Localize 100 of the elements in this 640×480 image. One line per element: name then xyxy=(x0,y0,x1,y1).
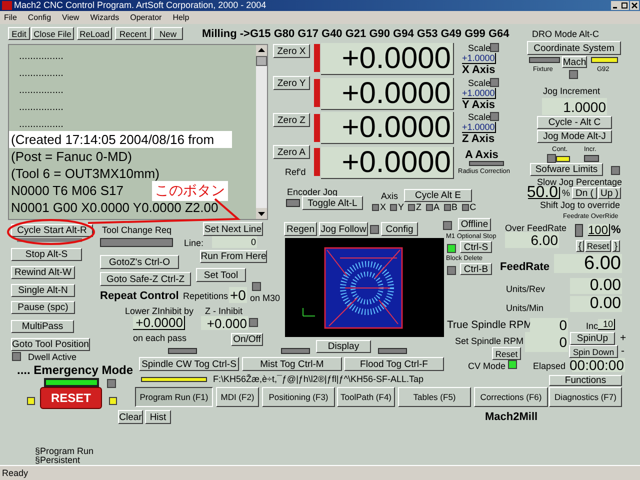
inc-label: Inc xyxy=(586,321,598,331)
set-next-line-button[interactable]: Set Next Line xyxy=(203,222,263,236)
page-tab[interactable]: Tables (F5) xyxy=(398,387,471,407)
jog-mode-button[interactable]: Jog Mode Alt-J xyxy=(537,130,612,143)
page-tab[interactable]: Program Run (F1) xyxy=(135,387,213,407)
run-control-button[interactable]: Cycle Start Alt-R xyxy=(11,224,93,237)
set-tool-button[interactable]: Set Tool xyxy=(196,268,246,282)
menu-item[interactable]: Operator xyxy=(130,13,162,22)
zero-axis-button[interactable]: Zero Y xyxy=(273,76,310,90)
spindle-inc-field[interactable]: 10 xyxy=(598,319,615,330)
set-spindle-field[interactable]: 0 xyxy=(525,332,568,352)
jog-down-button[interactable]: Dn ( xyxy=(572,187,597,199)
regen-button[interactable]: Regen xyxy=(284,222,317,236)
jog-increment-field[interactable]: 1.0000 xyxy=(542,98,607,115)
menu-item[interactable]: File xyxy=(4,13,17,22)
zero-axis-button[interactable]: Zero X xyxy=(273,44,310,58)
gcode-line[interactable]: ................ xyxy=(9,102,66,114)
gcode-line[interactable]: N0000 T6 M06 S17 xyxy=(9,182,126,199)
toolbar-button[interactable]: Edit xyxy=(8,27,30,40)
block-delete-button[interactable]: Ctrl-B xyxy=(460,263,492,275)
spin-down-button[interactable]: Spin Down xyxy=(569,345,618,358)
feedrate-field: 6.00 xyxy=(554,254,622,273)
menu-item[interactable]: Wizards xyxy=(90,13,120,22)
coolant-toggle-button[interactable]: Spindle CW Tog Ctrl-S xyxy=(139,357,239,371)
coolant-toggle-button[interactable]: Mist Tog Ctrl-M xyxy=(242,357,342,371)
spindle-reset-button[interactable]: Reset xyxy=(492,347,521,360)
gcode-line[interactable]: N0001 G00 X0.0000 Y0.0000 Z2.00 xyxy=(9,199,220,216)
feedrate-override-field[interactable]: 100 xyxy=(588,224,610,236)
feedrate-reset-button[interactable]: Reset xyxy=(585,240,611,252)
on-off-button[interactable]: On/Off xyxy=(231,333,263,346)
jog-up-button[interactable]: Up ) xyxy=(598,187,621,199)
run-control-button[interactable]: Rewind Alt-W xyxy=(11,266,75,279)
run-from-here-button[interactable]: Run From Here xyxy=(200,250,267,263)
gcode-line[interactable]: ................ xyxy=(9,51,66,63)
gcode-line[interactable]: ................ xyxy=(9,85,66,97)
axis-checkbox-label: Z xyxy=(416,202,422,212)
line-field[interactable]: 0 xyxy=(212,236,257,248)
repetitions-field[interactable]: +0 xyxy=(229,287,247,303)
scale-field[interactable]: +1.0000 xyxy=(462,53,496,64)
jog-follow-button[interactable]: Jog Follow xyxy=(319,222,368,236)
goto-button[interactable]: Goto Safe-Z Ctrl-Z xyxy=(100,272,191,286)
axis-readout: +0.0000 xyxy=(321,78,454,110)
toolbar-button[interactable]: New xyxy=(153,27,183,40)
menu-item[interactable]: Help xyxy=(172,13,190,22)
scale-field[interactable]: +1.0000 xyxy=(462,88,496,99)
jog-increment-label: Jog Increment xyxy=(543,86,600,96)
history-button[interactable]: Hist xyxy=(145,410,171,424)
page-tab[interactable]: Positioning (F3) xyxy=(262,387,335,407)
gcode-line[interactable]: ................ xyxy=(9,119,66,131)
display-button[interactable]: Display xyxy=(316,340,371,353)
menu-item[interactable]: View xyxy=(62,13,80,22)
scale-field[interactable]: +1.0000 xyxy=(462,122,496,133)
toggle-encoder-button[interactable]: Toggle Alt-L xyxy=(302,196,363,210)
slow-jog-field[interactable]: 50.0 xyxy=(528,187,560,199)
goto-button[interactable]: GotoZ's Ctrl-O xyxy=(100,255,179,269)
page-tab[interactable]: Corrections (F6) xyxy=(474,387,548,407)
toolbar-button[interactable]: Close File xyxy=(31,27,74,40)
axis-checkbox-label: X xyxy=(380,202,386,212)
feedrate-decrease-button[interactable]: { xyxy=(576,240,584,252)
screen-label: §Program Run xyxy=(35,446,94,456)
dro-mode-label: DRO Mode Alt-C xyxy=(532,29,600,39)
menu-item[interactable]: Config xyxy=(28,13,52,22)
mach-button[interactable]: Mach xyxy=(562,56,587,68)
axis-readout: +0.0000 xyxy=(321,112,454,144)
page-tab[interactable]: ToolPath (F4) xyxy=(337,387,395,407)
tool-change-label: Tool Change Req xyxy=(102,225,172,235)
lower-zinhibit-label: Lower ZInhibit by xyxy=(125,306,194,316)
config-button[interactable]: Config xyxy=(381,222,418,236)
run-control-button[interactable]: Stop Alt-S xyxy=(11,248,82,261)
z-inhibit-field[interactable]: +0.000 xyxy=(201,316,248,330)
run-control-button[interactable]: Single Alt-N xyxy=(11,284,75,297)
reset-button[interactable]: RESET xyxy=(40,387,102,409)
cycle-axis-button[interactable]: Cycle Alt E xyxy=(404,189,472,202)
gcode-line[interactable]: ................ xyxy=(9,68,66,80)
window-title: Mach2 CNC Control Program. ArtSoft Corporation, 2000 - 2004 xyxy=(14,0,266,11)
true-spindle-field: 0 xyxy=(530,318,568,332)
toolbar-button[interactable]: Recent xyxy=(115,27,151,40)
run-control-button[interactable]: MultiPass xyxy=(11,320,74,333)
feedrate-increase-button[interactable]: } xyxy=(612,240,620,252)
spin-up-button[interactable]: SpinUp xyxy=(570,332,615,345)
coordinate-system-button[interactable]: Coordinate System xyxy=(527,41,621,55)
run-control-button[interactable]: Pause (spc) xyxy=(11,301,75,314)
lower-zinhibit-field[interactable]: +0.0000 xyxy=(133,316,185,330)
feedrate-label: FeedRate xyxy=(500,261,550,273)
gcode-line[interactable]: (Tool 6 = OUT3MX10mm) xyxy=(9,165,162,182)
zero-axis-button[interactable]: Zero A xyxy=(273,145,310,159)
toolbar-button[interactable]: ReLoad xyxy=(77,27,112,40)
zero-axis-button[interactable]: Zero Z xyxy=(273,113,310,127)
optional-stop-button[interactable]: Ctrl-S xyxy=(460,241,492,253)
cycle-increment-button[interactable]: Cycle - Alt C xyxy=(537,116,612,129)
history-button[interactable]: Clear xyxy=(118,410,143,424)
software-limits-button[interactable]: Sofware Limits xyxy=(530,163,603,176)
gcode-line[interactable]: (Post = Fanuc 0-MD) xyxy=(9,148,134,165)
coolant-toggle-button[interactable]: Flood Tog Ctrl-F xyxy=(344,357,444,371)
run-control-button[interactable]: Goto Tool Position xyxy=(11,338,90,351)
functions-button[interactable]: Functions xyxy=(549,375,622,386)
page-tab[interactable]: Diagnostics (F7) xyxy=(549,387,622,407)
offline-button[interactable]: Offline xyxy=(458,218,491,231)
page-tab[interactable]: MDI (F2) xyxy=(216,387,259,407)
over-feedrate-label: Over FeedRate xyxy=(505,223,567,233)
